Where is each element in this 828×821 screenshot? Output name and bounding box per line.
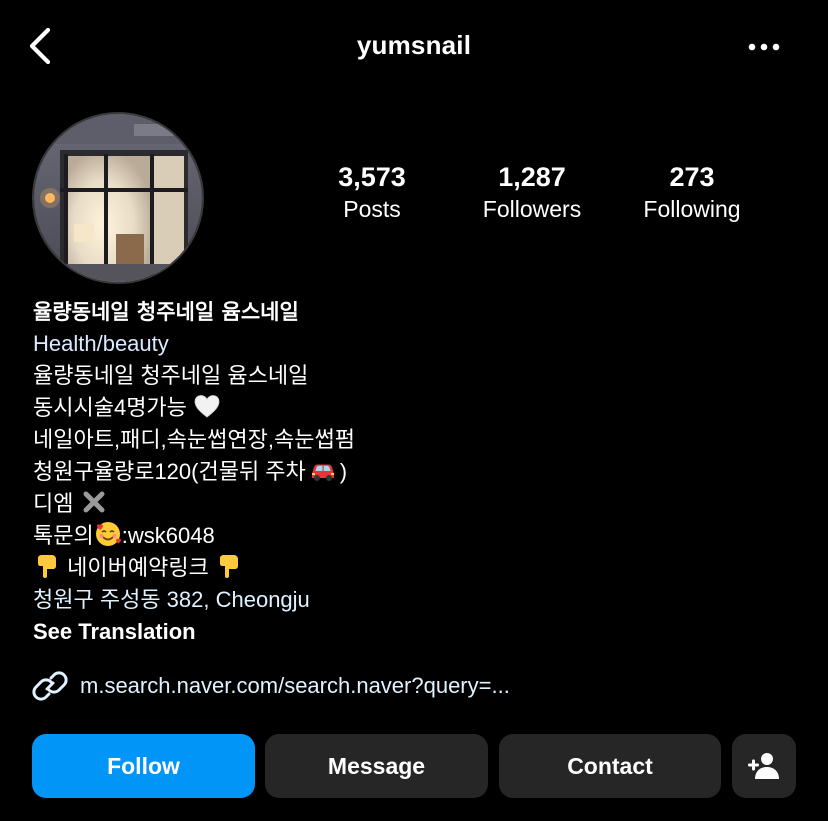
- profile-link[interactable]: m.search.naver.com/search.naver?query=..…: [32, 666, 510, 706]
- posts-count-label: Posts: [343, 196, 401, 222]
- red-car-emoji: [311, 464, 334, 481]
- contact-button[interactable]: Contact: [499, 734, 721, 798]
- storefront-photo: [34, 114, 202, 282]
- white-heart-emoji: [194, 395, 220, 418]
- followers-count-value: 1,287: [498, 162, 566, 192]
- followers-count-label: Followers: [482, 196, 582, 222]
- bio-line-text: 네이버예약링크: [67, 555, 209, 580]
- profile-link-text: m.search.naver.com/search.naver?query=..…: [80, 673, 510, 698]
- message-button[interactable]: Message: [265, 734, 488, 798]
- profile-username: yumsnail: [356, 30, 472, 60]
- bio-line: 율량동네일 청주네일 윰스네일: [33, 363, 309, 388]
- cross-mark-emoji: [83, 491, 105, 513]
- posts-count-value: 3,573: [338, 162, 406, 192]
- follow-button-label: Follow: [107, 752, 180, 779]
- add-person-icon: [748, 753, 779, 779]
- bio-line-text: 톡문의: [33, 523, 94, 548]
- link-icon: [32, 671, 68, 701]
- following-count-label: Following: [643, 196, 741, 222]
- see-translation-link[interactable]: See Translation: [33, 616, 793, 648]
- following-count[interactable]: 273 Following: [617, 160, 767, 224]
- bio-line: 동시시술4명가능: [33, 392, 793, 424]
- top-bar: yumsnail: [0, 0, 828, 94]
- smiling-face-with-hearts-emoji: [95, 522, 121, 546]
- contact-button-label: Contact: [567, 752, 653, 779]
- profile-avatar[interactable]: [32, 112, 204, 284]
- followers-count[interactable]: 1,287 Followers: [457, 160, 607, 224]
- profile-display-name: 율량동네일 청주네일 윰스네일: [33, 300, 299, 324]
- pointing-down-emoji: [219, 555, 238, 578]
- posts-count[interactable]: 3,573 Posts: [297, 160, 447, 224]
- more-options-button[interactable]: [744, 34, 784, 60]
- bio-line: 디엠: [33, 488, 793, 520]
- bio-line: 네이버예약링크: [33, 552, 793, 584]
- bio-line: 청원구율량로120(건물뒤 주차 ): [33, 456, 793, 488]
- bio-line-text: 청원구율량로120(건물뒤 주차: [33, 459, 306, 484]
- following-count-value: 273: [669, 162, 715, 192]
- message-button-label: Message: [327, 752, 426, 779]
- bio-line-text: :wsk6048: [121, 523, 215, 548]
- pointing-down-emoji: [38, 555, 56, 578]
- profile-bio: 율량동네일 청주네일 윰스네일 Health/beauty 율량동네일 청주네일…: [33, 296, 793, 648]
- bio-line-text: 디엠: [33, 491, 74, 516]
- suggested-accounts-button[interactable]: [732, 734, 796, 798]
- more-horizontal-icon: [748, 43, 780, 51]
- bio-line: 톡문의 :wsk6048: [33, 520, 793, 552]
- bio-line-text: ): [339, 459, 348, 484]
- bio-line-text: 동시시술4명가능: [33, 395, 187, 420]
- profile-location[interactable]: 청원구 주성동 382, Cheongju: [33, 584, 793, 616]
- follow-button[interactable]: Follow: [32, 734, 255, 798]
- profile-category: Health/beauty: [33, 331, 169, 356]
- bio-line: 네일아트,패디,속눈썹연장,속눈썹펌: [33, 427, 355, 452]
